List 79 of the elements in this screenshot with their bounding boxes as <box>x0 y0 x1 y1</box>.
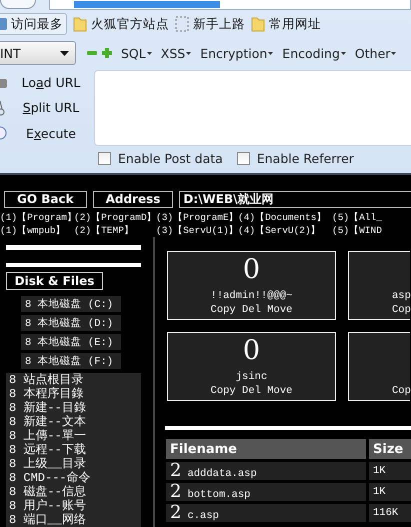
size-cell: 1K <box>369 483 411 501</box>
bookmark-link[interactable]: 新手上路 <box>193 16 245 32</box>
page-icon <box>175 16 189 32</box>
plus-icon[interactable] <box>102 48 112 58</box>
folder-actions[interactable]: Copy Del Move <box>210 384 292 398</box>
tool-link[interactable]: 8 端口__网络 <box>9 513 141 527</box>
back-button[interactable] <box>0 0 36 9</box>
nav-button[interactable]: Address <box>92 190 174 208</box>
folder-link[interactable]: (5)【All_ <box>332 211 382 224</box>
url-textarea[interactable] <box>94 70 411 146</box>
column-header: Filename <box>166 439 366 459</box>
folder-link[interactable]: (3)【ProgramE】 <box>156 211 236 224</box>
tool-link[interactable]: 8 远程--下载 <box>9 443 141 457</box>
bookmark-button[interactable]: 访问最多 <box>0 13 67 35</box>
filename-cell[interactable]: 2 bottom.asp <box>166 483 366 501</box>
folder-name[interactable]: !!admin!!@@@~ <box>210 289 292 303</box>
folder-name[interactable]: asp <box>392 289 411 303</box>
menu-button[interactable]: Encryption <box>200 46 274 60</box>
folder-link[interactable]: (3)【ServU(1)】 <box>156 224 236 237</box>
nav-button[interactable]: GO Back <box>4 190 87 208</box>
checkbox[interactable] <box>236 152 250 165</box>
address-field[interactable]: D:\WEB\就业网 <box>179 190 411 208</box>
checkbox-label: Enable Referrer <box>256 151 354 166</box>
type-dropdown[interactable]: INT <box>0 41 76 65</box>
checkbox[interactable] <box>98 152 111 165</box>
bookmark-link[interactable]: 常用网址 <box>269 16 321 32</box>
disk-link[interactable]: 8 本地磁盘 (C:) <box>21 296 121 312</box>
folder-actions[interactable]: Cop <box>392 384 411 398</box>
caret-icon <box>268 52 274 54</box>
folder-link[interactable]: (4)【Documents】 <box>238 211 330 224</box>
disk-link[interactable]: 8 本地磁盘 (F:) <box>21 353 121 369</box>
action-button[interactable]: Load URL <box>0 70 94 95</box>
menu-button[interactable]: Other <box>354 46 396 60</box>
menu-button[interactable]: SQL <box>121 46 152 60</box>
url-field[interactable] <box>49 0 411 10</box>
menu-button[interactable]: Encoding <box>282 46 346 60</box>
size-cell: 1K <box>369 462 411 480</box>
bookmark-link[interactable]: 火狐官方站点 <box>91 16 169 32</box>
minus-icon[interactable] <box>87 48 97 58</box>
tool-link[interactable]: 8 本程序目錄 <box>9 387 141 401</box>
disk-link[interactable]: 8 本地磁盘 (D:) <box>21 315 121 331</box>
folder-actions[interactable]: Cop <box>392 303 411 317</box>
action-button[interactable]: Split URL <box>0 96 94 120</box>
folder-name[interactable]: jsinc <box>236 370 268 384</box>
folder-count: 0 <box>242 334 260 368</box>
tool-link[interactable]: 8 站点根目录 <box>9 373 141 387</box>
play-icon <box>0 126 8 140</box>
tool-link[interactable]: 8 用户--账号 <box>9 499 141 513</box>
folder-link[interactable]: (2)【TEMP】 <box>74 224 154 237</box>
column-header: Size <box>369 439 411 459</box>
folder-link[interactable]: (1)【wmpub】 <box>0 224 72 237</box>
tool-link[interactable]: 8 上级__目录 <box>9 457 141 471</box>
filename-cell[interactable]: 2 adddata.asp <box>166 462 366 480</box>
tool-link[interactable]: 8 CMD---命令 <box>9 471 141 485</box>
caret-icon <box>60 50 69 56</box>
folder-link[interactable]: (2)【ProgramD】 <box>74 211 154 224</box>
size-cell: 116K <box>369 504 411 522</box>
folder-count: 0 <box>242 253 260 287</box>
folder-icon <box>251 16 265 32</box>
caret-icon <box>186 52 192 54</box>
menu-button[interactable]: XSS <box>160 46 192 60</box>
tool-link[interactable]: 8 新建--目錄 <box>9 401 141 415</box>
caret-icon <box>391 52 396 54</box>
folder-link[interactable]: (4)【ServU(2)】 <box>238 224 330 237</box>
filename-cell[interactable]: 2 c.asp <box>166 504 366 522</box>
caret-icon <box>340 52 346 54</box>
action-button[interactable]: Execute <box>0 121 94 146</box>
disk-link[interactable]: 8 本地磁盘 (E:) <box>21 334 121 350</box>
caret-icon <box>146 52 152 54</box>
folder-link[interactable]: (5)【WIND <box>332 224 382 237</box>
checkbox-label: Enable Post data <box>118 151 223 166</box>
folder-icon <box>73 16 87 32</box>
disk-files-button[interactable]: Disk & Files <box>6 272 103 290</box>
folder-link[interactable]: (1)【Program】 <box>0 211 72 224</box>
tool-link[interactable]: 8 磁盘--信息 <box>9 485 141 499</box>
tool-link[interactable]: 8 上傳--單一 <box>9 429 141 443</box>
bookmark-icon <box>0 16 8 32</box>
tool-link[interactable]: 8 新建--文本 <box>9 415 141 429</box>
folder-actions[interactable]: Copy Del Move <box>210 303 292 317</box>
